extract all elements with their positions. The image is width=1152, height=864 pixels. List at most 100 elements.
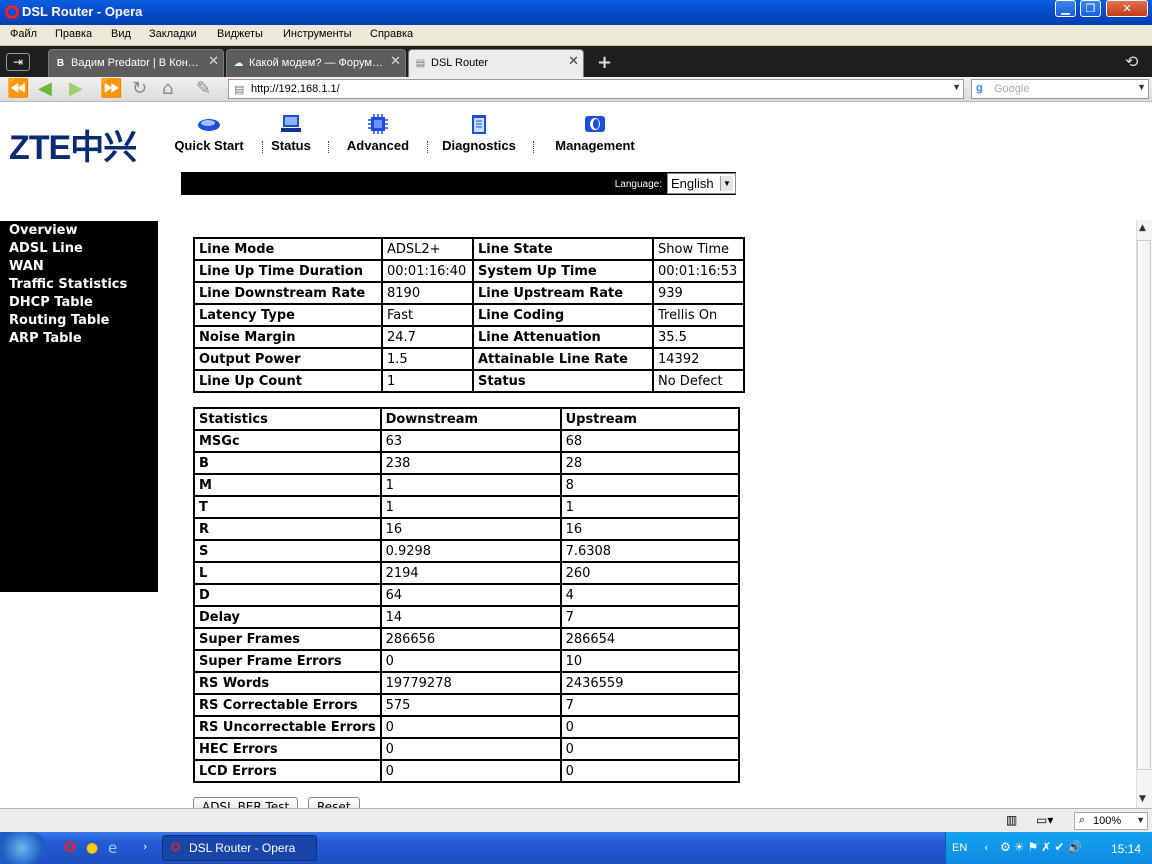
address-field[interactable]: ▤ http://192.168.1.1/ ▼ — [228, 79, 964, 99]
downstream-value: 0 — [379, 649, 562, 673]
fast-forward-icon[interactable]: ⏩ — [100, 79, 122, 99]
adsl-ber-test-button[interactable]: ADSL BER Test — [193, 797, 299, 808]
closed-tabs-icon[interactable]: ⟲ — [1125, 52, 1138, 71]
statistics-row: HEC Errors 0 0 — [193, 737, 740, 761]
sidebar-item-dhcp-table[interactable]: DHCP Table — [9, 294, 158, 312]
statistics-row: RS Uncorrectable Errors 0 0 — [193, 715, 740, 739]
sidebar-item-arp-table[interactable]: ARP Table — [9, 330, 158, 348]
line-row: Line Mode ADSL2+ Line State Show Time — [193, 237, 745, 261]
sidebar-item-traffic-statistics[interactable]: Traffic Statistics — [9, 276, 158, 294]
opera-icon: O — [171, 840, 181, 854]
tab-label: DSL Router — [431, 57, 489, 69]
statistics-label: T — [193, 495, 382, 519]
window-title-bar: DSL Router - Opera ▁ ❐ ✕ — [0, 0, 1152, 25]
tray-icons[interactable]: ⚙☀⚑✗✔🔊 — [1000, 840, 1085, 854]
reset-button[interactable]: Reset — [308, 797, 360, 808]
line-field-label: Latency Type — [193, 303, 383, 327]
upstream-value: 68 — [559, 429, 740, 453]
statistics-row: RS Correctable Errors 575 7 — [193, 693, 740, 717]
input-language[interactable]: EN — [952, 842, 967, 854]
downstream-value: 1 — [379, 495, 562, 519]
zte-logo: ZTE中兴 — [9, 129, 137, 167]
menu-view[interactable]: Вид — [111, 28, 131, 40]
taskbar: O ● e › O DSL Router - Opera EN ‹ ⚙☀⚑✗✔🔊… — [0, 832, 1152, 864]
sidebar-item-routing-table[interactable]: Routing Table — [9, 312, 158, 330]
tab-vk[interactable]: B Вадим Predator | В Кон… ✕ — [48, 49, 224, 77]
start-button[interactable] — [0, 832, 46, 864]
menu-edit[interactable]: Правка — [55, 28, 92, 40]
menu-help[interactable]: Справка — [370, 28, 413, 40]
sidebar-item-adsl-line[interactable]: ADSL Line — [9, 240, 158, 258]
statistics-row: B 238 28 — [193, 451, 740, 475]
chevron-left-icon[interactable]: ‹ — [984, 841, 988, 854]
statistics-row: M18 — [193, 473, 740, 497]
app-icon[interactable]: ● — [86, 840, 98, 856]
nav-label: Advanced — [346, 138, 410, 153]
statistics-label: D — [193, 583, 382, 607]
status-bar: ▥ ▭▾ ⌕ 100% ▼ — [0, 808, 1152, 832]
sidebar-item-wan[interactable]: WAN — [9, 258, 158, 276]
nav-quick-start[interactable]: Quick Start — [171, 113, 247, 153]
downstream-value: 575 — [379, 693, 562, 717]
tab-label: Вадим Predator | В Кон… — [71, 57, 199, 69]
upstream-value: 7.6308 — [559, 539, 740, 563]
line-field-value: Fast — [381, 303, 474, 327]
menu-file[interactable]: Файл — [10, 28, 37, 40]
panel-toggle-icon[interactable]: ⇥ — [6, 53, 30, 71]
taskbar-item-opera[interactable]: O DSL Router - Opera — [162, 835, 317, 861]
reload-icon[interactable]: ↻ — [132, 79, 147, 99]
downstream-value: 0 — [379, 715, 562, 739]
close-tab-icon[interactable]: ✕ — [390, 53, 401, 69]
nav-label: Diagnostics — [442, 138, 516, 153]
upstream-value: 7 — [559, 605, 740, 629]
new-tab-icon[interactable]: + — [597, 52, 612, 73]
home-icon[interactable]: ⌂ — [162, 79, 173, 99]
management-icon — [585, 116, 605, 132]
chevron-right-icon[interactable]: › — [143, 840, 147, 853]
upstream-value: 28 — [559, 451, 740, 475]
language-value: English — [671, 176, 714, 191]
tab-bar: ⇥ B Вадим Predator | В Кон… ✕ ☁ Какой мо… — [0, 46, 1152, 77]
maximize-button[interactable]: ❐ — [1080, 0, 1101, 17]
chevron-down-icon[interactable]: ▼ — [1136, 815, 1145, 825]
back-icon[interactable]: ◀ — [38, 79, 52, 99]
minimize-button[interactable]: ▁ — [1055, 0, 1076, 17]
line-row: Line Up Count 1 Status No Defect — [193, 369, 745, 393]
menu-bar: Файл Правка Вид Закладки Виджеты Инструм… — [0, 25, 1152, 46]
menu-widgets[interactable]: Виджеты — [217, 28, 263, 40]
tab-dsl-router[interactable]: ▤ DSL Router ✕ — [408, 49, 584, 77]
statistics-label: L — [193, 561, 382, 585]
panel-icon[interactable]: ▥ — [1006, 813, 1017, 827]
line-field-label: System Up Time — [472, 259, 654, 283]
opera-icon[interactable]: O — [64, 840, 76, 856]
scrollbar-thumb[interactable] — [1137, 240, 1151, 770]
upstream-value: 7 — [559, 693, 740, 717]
close-tab-icon[interactable]: ✕ — [208, 53, 219, 69]
nav-advanced[interactable]: Advanced — [343, 113, 413, 153]
search-input[interactable]: g Google ▼ — [971, 79, 1149, 99]
status-icon — [281, 115, 301, 132]
nav-status[interactable]: Status — [269, 113, 313, 153]
nav-diagnostics[interactable]: Diagnostics — [440, 113, 518, 153]
diagnostics-icon — [472, 115, 486, 134]
close-tab-icon[interactable]: ✕ — [568, 53, 579, 69]
menu-tools[interactable]: Инструменты — [283, 28, 352, 40]
chevron-down-icon[interactable]: ▼ — [1137, 82, 1146, 92]
scroll-up-icon[interactable]: ▲ — [1139, 223, 1146, 233]
close-window-button[interactable]: ✕ — [1106, 0, 1148, 17]
language-select[interactable]: English ▼ — [667, 173, 736, 194]
tab-forum[interactable]: ☁ Какой модем? — Форум… ✕ — [226, 49, 406, 77]
ie-icon[interactable]: e — [108, 839, 117, 857]
chevron-down-icon[interactable]: ▼ — [952, 82, 961, 92]
edit-icon[interactable]: ✎ — [196, 79, 211, 99]
view-icon[interactable]: ▭▾ — [1036, 813, 1053, 827]
zoom-control[interactable]: ⌕ 100% ▼ — [1074, 812, 1148, 830]
nav-management[interactable]: Management — [552, 113, 638, 153]
menu-bookmarks[interactable]: Закладки — [149, 28, 197, 40]
line-field-value: 8190 — [381, 281, 474, 305]
sidebar-item-overview[interactable]: Overview — [9, 222, 158, 240]
rewind-icon[interactable]: ⏪ — [7, 79, 29, 99]
line-row: Output Power 1.5 Attainable Line Rate 14392 — [193, 347, 745, 371]
scroll-down-icon[interactable]: ▼ — [1139, 794, 1146, 804]
forward-icon[interactable]: ▶ — [69, 79, 83, 99]
